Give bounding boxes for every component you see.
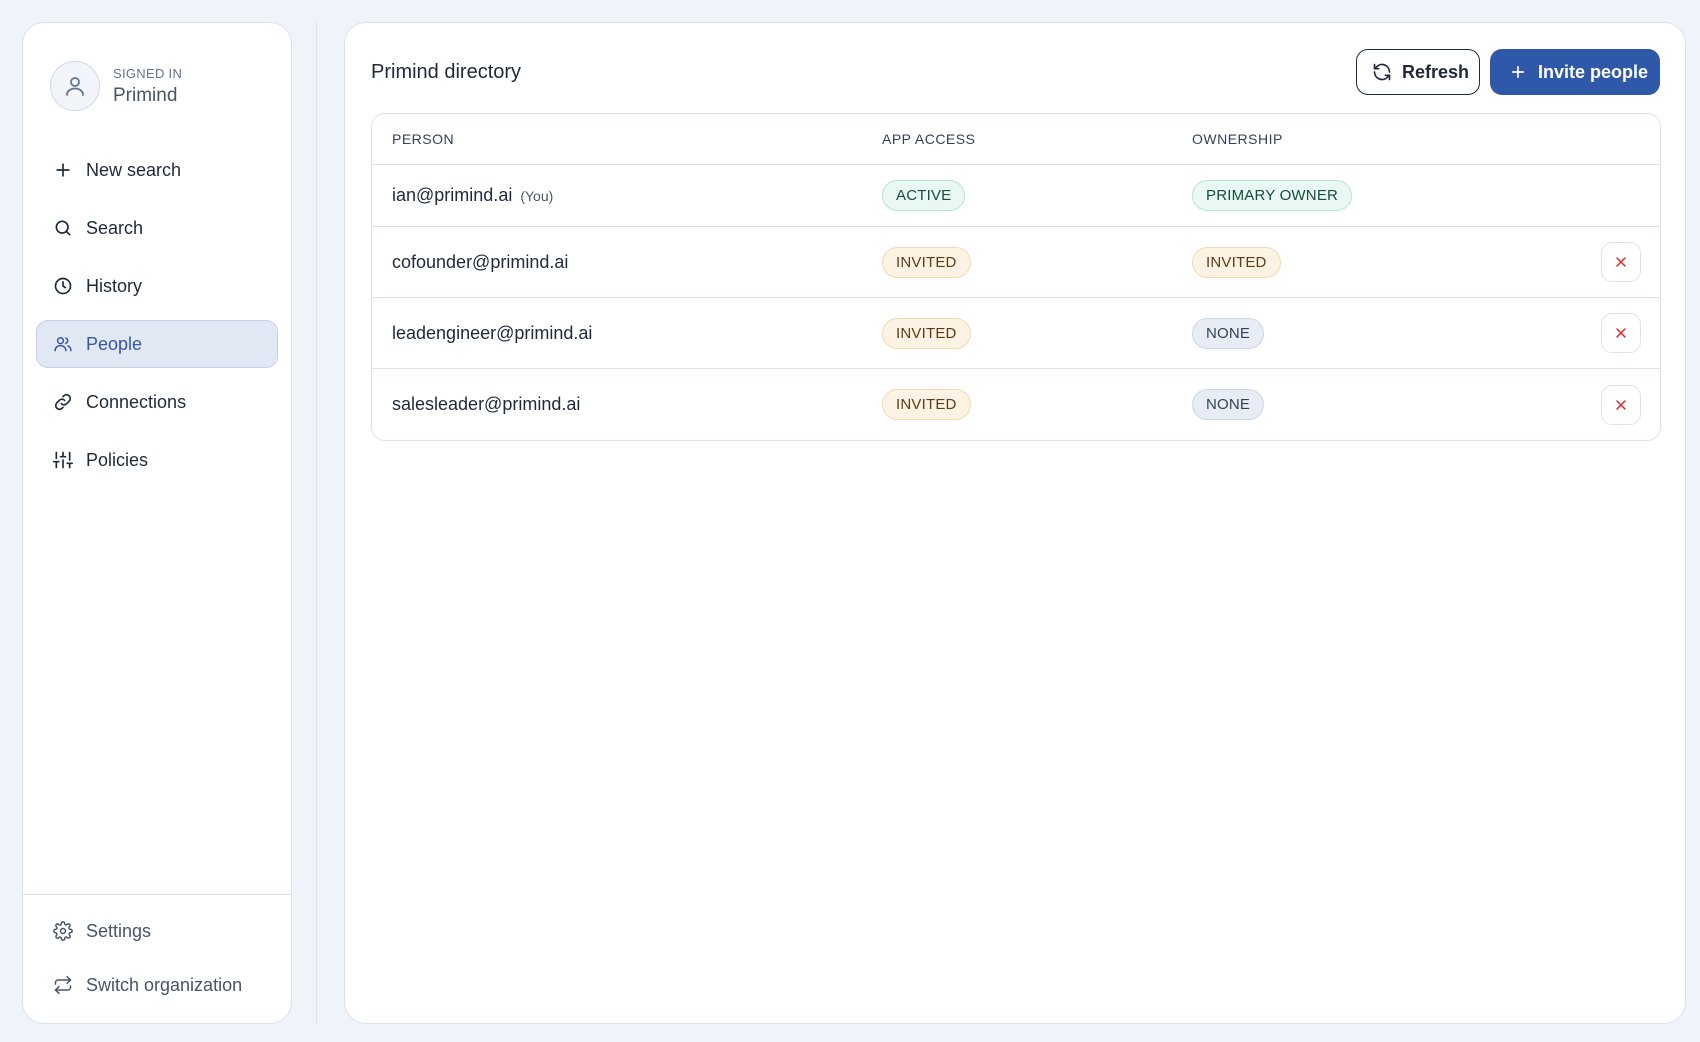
person-email: cofounder@primind.ai — [392, 251, 569, 272]
sidebar-item-search[interactable]: Search — [36, 204, 278, 252]
table-row: salesleader@primind.ai INVITED NONE — [372, 369, 1660, 440]
close-icon — [1616, 257, 1626, 267]
user-icon — [66, 77, 84, 96]
sidebar-item-new-search[interactable]: New search — [36, 146, 278, 194]
refresh-button[interactable]: Refresh — [1356, 49, 1480, 95]
invite-people-button[interactable]: Invite people — [1490, 49, 1660, 95]
swap-icon — [52, 974, 74, 996]
sidebar-item-label: Policies — [86, 449, 149, 470]
column-header-app-access: APP ACCESS — [882, 131, 976, 147]
sidebar-item-settings[interactable]: Settings — [36, 907, 278, 955]
sidebar-item-label: Switch organization — [86, 974, 243, 995]
avatar — [50, 61, 100, 111]
sidebar-item-label: People — [86, 333, 143, 354]
sidebar-item-policies[interactable]: Policies — [36, 436, 278, 484]
sidebar-item-label: History — [86, 275, 143, 296]
sidebar-item-label: Search — [86, 217, 144, 238]
clock-icon — [52, 275, 74, 297]
status-badge: ACTIVE — [882, 180, 966, 211]
main-panel: Primind directory Refresh Invite people … — [344, 22, 1686, 1024]
table-row: cofounder@primind.ai INVITED INVITED — [372, 227, 1660, 298]
you-tag: (You) — [520, 188, 554, 204]
sidebar-item-history[interactable]: History — [36, 262, 278, 310]
sidebar-item-label: Connections — [86, 391, 187, 412]
people-table: PERSON APP ACCESS OWNERSHIP ian@primind.… — [371, 113, 1661, 441]
ownership-badge: NONE — [1192, 317, 1265, 349]
table-row: ian@primind.ai (You) ACTIVE PRIMARY OWNER — [372, 165, 1660, 227]
sidebar-item-people[interactable]: People — [36, 320, 278, 368]
ownership-badge: NONE — [1192, 389, 1265, 420]
sliders-icon — [52, 449, 74, 471]
plus-icon — [52, 159, 74, 181]
close-icon — [1616, 328, 1626, 338]
table-row: leadengineer@primind.ai INVITED NONE — [372, 298, 1660, 369]
remove-person-button[interactable] — [1601, 313, 1641, 353]
invite-button-label: Invite people — [1538, 61, 1649, 82]
column-header-person: PERSON — [392, 131, 455, 147]
plus-icon — [1507, 61, 1529, 83]
account-info: SIGNED IN Primind — [23, 23, 291, 123]
sidebar-item-connections[interactable]: Connections — [36, 378, 278, 426]
search-icon — [52, 217, 74, 239]
refresh-icon — [1371, 61, 1393, 83]
org-name: Primind — [113, 84, 178, 106]
sidebar-nav: New search Search History People Connect… — [23, 146, 291, 494]
column-header-ownership: OWNERSHIP — [1192, 131, 1283, 147]
person-email: ian@primind.ai — [392, 185, 513, 205]
ownership-badge: PRIMARY OWNER — [1192, 180, 1353, 211]
divider — [316, 22, 317, 1024]
remove-person-button[interactable] — [1601, 384, 1641, 425]
sidebar-item-label: Settings — [86, 920, 152, 941]
people-icon — [52, 333, 74, 355]
status-badge: INVITED — [882, 317, 971, 349]
sidebar: SIGNED IN Primind New search Search Hist… — [22, 22, 292, 1024]
gear-icon — [52, 920, 74, 942]
refresh-button-label: Refresh — [1402, 61, 1470, 82]
sidebar-item-label: New search — [86, 159, 182, 180]
ownership-badge: INVITED — [1192, 246, 1281, 278]
status-badge: INVITED — [882, 246, 971, 278]
person-email: salesleader@primind.ai — [392, 394, 581, 414]
sidebar-footer: Settings Switch organization — [23, 894, 291, 1023]
close-icon — [1616, 399, 1626, 410]
person-email: leadengineer@primind.ai — [392, 322, 593, 343]
signed-in-label: SIGNED IN — [113, 65, 183, 81]
link-icon — [52, 391, 74, 413]
table-header: PERSON APP ACCESS OWNERSHIP — [372, 114, 1660, 165]
status-badge: INVITED — [882, 389, 971, 420]
remove-person-button[interactable] — [1601, 242, 1641, 282]
sidebar-item-switch-organization[interactable]: Switch organization — [36, 961, 278, 1009]
page-title: Primind directory — [371, 61, 522, 83]
